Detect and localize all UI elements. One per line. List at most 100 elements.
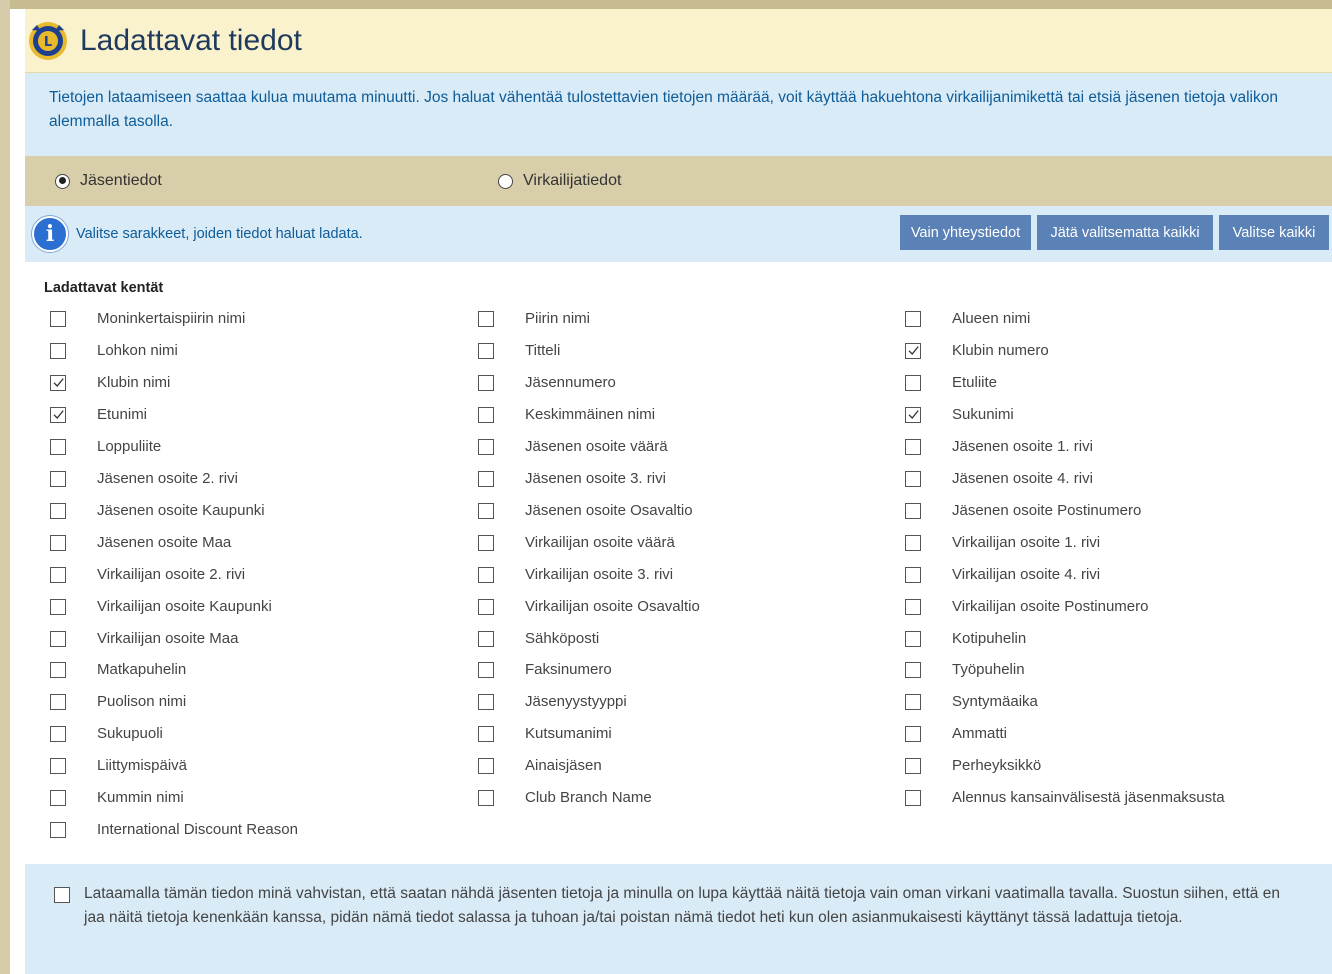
field-checkbox[interactable] (50, 311, 66, 327)
field-label: Virkailijan osoite väärä (525, 533, 675, 551)
field-checkbox[interactable] (905, 694, 921, 711)
field-checkbox[interactable] (50, 822, 66, 839)
select-all-button[interactable]: Valitse kaikki (1219, 215, 1329, 250)
field-checkbox[interactable] (50, 534, 66, 551)
field-checkbox[interactable] (905, 342, 921, 359)
field-checkbox[interactable] (50, 374, 66, 391)
page-header: L Ladattavat tiedot (25, 9, 1332, 73)
field-label: Piirin nimi (525, 310, 591, 327)
field-checkbox[interactable] (50, 694, 66, 711)
field-checkbox[interactable] (478, 374, 494, 391)
field-checkbox[interactable] (905, 374, 921, 391)
deselect-all-button[interactable]: Jätä valitsematta kaikki (1037, 215, 1213, 250)
field-label: Jäsenen osoite Maa (97, 533, 232, 551)
field-label: Loppuliite (97, 437, 162, 455)
field-label: Lohkon nimi (97, 341, 178, 359)
field-checkbox[interactable] (50, 438, 66, 455)
svg-text:L: L (44, 35, 52, 50)
field-label: Kummin nimi (97, 789, 184, 807)
field-checkbox[interactable] (50, 342, 66, 359)
field-checkbox[interactable] (478, 694, 494, 711)
field-checkbox[interactable] (50, 726, 66, 743)
radio-button[interactable] (55, 173, 70, 189)
field-label: Virkailijan osoite Postinumero (952, 597, 1149, 615)
field-checkbox[interactable] (478, 598, 494, 615)
field-checkbox[interactable] (478, 311, 494, 327)
field-checkbox[interactable] (905, 438, 921, 455)
field-label: Moninkertaispiirin nimi (97, 310, 246, 327)
notice-text: Tietojen lataamiseen saattaa kulua muuta… (25, 73, 1332, 156)
field-label: Jäsenyystyyppi (525, 693, 627, 711)
field-label: Jäsenen osoite 2. rivi (97, 469, 238, 487)
field-checkbox[interactable] (50, 662, 66, 679)
field-checkbox[interactable] (905, 566, 921, 583)
field-checkbox[interactable] (905, 470, 921, 487)
field-checkbox[interactable] (478, 438, 494, 455)
field-checkbox[interactable] (478, 630, 494, 647)
field-checkbox[interactable] (905, 598, 921, 615)
field-label: Jäsenen osoite 3. rivi (525, 469, 666, 487)
field-checkbox[interactable] (478, 406, 494, 423)
radio-virkailijatiedot[interactable]: Virkailijatiedot (498, 172, 621, 190)
radio-label: Jäsentiedot (80, 172, 162, 189)
field-label: Sukunimi (952, 405, 1014, 423)
field-label: Virkailijan osoite Kaupunki (97, 597, 272, 615)
field-checkbox[interactable] (478, 342, 494, 359)
field-checkbox[interactable] (50, 758, 66, 775)
download-panel: L Ladattavat tiedot Tietojen lataamiseen… (25, 9, 1332, 865)
field-label: Etuliite (952, 373, 998, 391)
field-label: Titteli (525, 341, 561, 359)
field-checkbox[interactable] (50, 598, 66, 615)
field-label: Faksinumero (525, 661, 612, 679)
radio-label: Virkailijatiedot (523, 172, 622, 189)
field-checkbox[interactable] (50, 566, 66, 583)
field-label: Sähköposti (525, 629, 600, 647)
field-checkbox[interactable] (905, 406, 921, 423)
contacts-only-button[interactable]: Vain yhteystiedot (900, 215, 1031, 250)
field-checkbox[interactable] (905, 662, 921, 679)
field-checkbox[interactable] (478, 662, 494, 679)
field-checkbox[interactable] (478, 758, 494, 775)
field-checkbox[interactable] (905, 630, 921, 647)
field-label: Työpuhelin (952, 661, 1025, 679)
field-checkbox[interactable] (905, 758, 921, 775)
field-label: Virkailijan osoite 3. rivi (525, 565, 674, 583)
radio-button[interactable] (498, 173, 513, 189)
consent-checkbox[interactable] (54, 887, 70, 903)
field-label: Jäsenen osoite Postinumero (952, 501, 1142, 519)
field-checkbox[interactable] (905, 790, 921, 807)
field-label: Liittymispäivä (97, 757, 188, 775)
field-label: Ammatti (952, 725, 1008, 743)
field-checkbox[interactable] (478, 726, 494, 743)
field-checkbox[interactable] (50, 406, 66, 423)
field-checkbox[interactable] (905, 726, 921, 743)
field-checkbox[interactable] (478, 502, 494, 519)
top-border (10, 0, 1332, 9)
field-checkbox[interactable] (905, 311, 921, 327)
field-checkbox[interactable] (478, 790, 494, 807)
field-checkbox[interactable] (50, 790, 66, 807)
field-checkbox[interactable] (478, 534, 494, 551)
field-label: Sukupuoli (97, 725, 163, 743)
field-label: Jäsenen osoite 4. rivi (952, 469, 1093, 487)
info-icon: i (32, 216, 68, 252)
field-label: Virkailijan osoite 4. rivi (952, 565, 1101, 583)
field-label: Syntymäaika (952, 693, 1038, 711)
field-checkbox[interactable] (905, 534, 921, 551)
field-checkbox[interactable] (50, 470, 66, 487)
info-text: Valitse sarakkeet, joiden tiedot haluat … (76, 226, 363, 242)
field-checkbox[interactable] (478, 566, 494, 583)
field-checkbox[interactable] (478, 470, 494, 487)
field-checkbox[interactable] (50, 630, 66, 647)
left-border (0, 0, 10, 974)
fields-section: Ladattavat kentät Moninkertaispiirin nim… (25, 262, 1332, 865)
field-label: Virkailijan osoite Osavaltio (525, 597, 700, 615)
page-title: Ladattavat tiedot (80, 23, 302, 57)
radio-jasentiedot[interactable]: Jäsentiedot (55, 172, 162, 190)
field-label: Jäsennumero (525, 373, 616, 391)
field-label: Kutsumanimi (525, 725, 612, 743)
fields-title: Ladattavat kentät (44, 280, 164, 296)
field-checkbox[interactable] (50, 502, 66, 519)
consent-text: Lataamalla tämän tiedon minä vahvistan, … (84, 885, 1280, 926)
field-checkbox[interactable] (905, 502, 921, 519)
